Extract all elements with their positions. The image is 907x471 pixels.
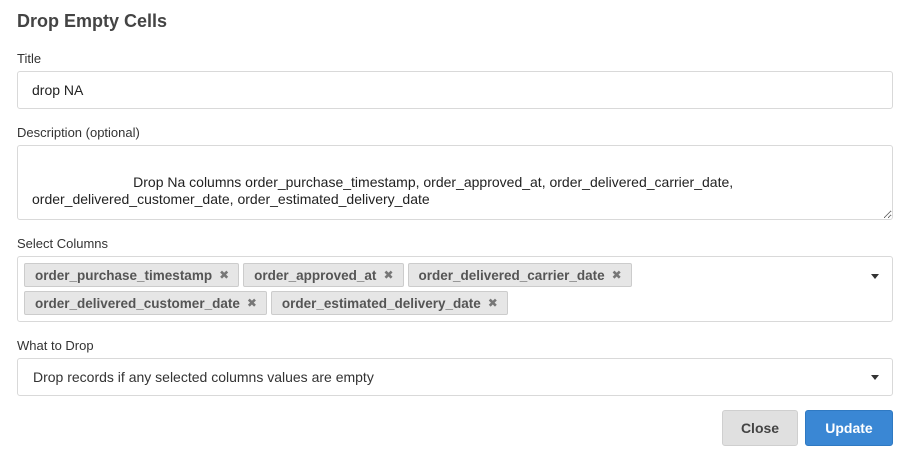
chevron-down-icon (871, 375, 879, 380)
column-tag: order_approved_at ✖ (243, 263, 404, 287)
remove-tag-icon[interactable]: ✖ (247, 296, 257, 310)
column-tag-label: order_purchase_timestamp (35, 267, 213, 283)
select-columns-label: Select Columns (17, 236, 109, 251)
title-input[interactable] (17, 71, 893, 109)
remove-tag-icon[interactable]: ✖ (383, 268, 393, 282)
column-tag: order_estimated_delivery_date ✖ (270, 291, 508, 315)
remove-tag-icon[interactable]: ✖ (612, 268, 622, 282)
column-tag: order_delivered_customer_date ✖ (24, 291, 267, 315)
column-tag-label: order_delivered_customer_date (35, 295, 240, 311)
selected-column-tags: order_purchase_timestamp ✖ order_approve… (24, 263, 856, 315)
description-label: Description (optional) (17, 125, 140, 140)
remove-tag-icon[interactable]: ✖ (219, 268, 229, 282)
column-tag: order_delivered_carrier_date ✖ (407, 263, 632, 287)
update-button[interactable]: Update (805, 410, 893, 446)
what-to-drop-label: What to Drop (17, 338, 94, 353)
column-tag-label: order_delivered_carrier_date (418, 267, 605, 283)
what-to-drop-selected-value: Drop records if any selected columns val… (33, 369, 374, 385)
close-button[interactable]: Close (722, 410, 798, 446)
remove-tag-icon[interactable]: ✖ (488, 296, 498, 310)
column-tag: order_purchase_timestamp ✖ (24, 263, 240, 287)
drop-empty-cells-dialog: Drop Empty Cells Title Description (opti… (0, 0, 907, 471)
chevron-down-icon[interactable] (871, 274, 879, 279)
column-tag-label: order_approved_at (254, 267, 377, 283)
column-tag-label: order_estimated_delivery_date (281, 295, 481, 311)
dialog-title: Drop Empty Cells (17, 11, 168, 31)
title-label: Title (17, 51, 42, 66)
description-textarea[interactable]: Drop Na columns order_purchase_timestamp… (17, 145, 893, 220)
select-columns-multiselect[interactable]: order_purchase_timestamp ✖ order_approve… (17, 256, 893, 322)
what-to-drop-select[interactable]: Drop records if any selected columns val… (17, 358, 893, 396)
